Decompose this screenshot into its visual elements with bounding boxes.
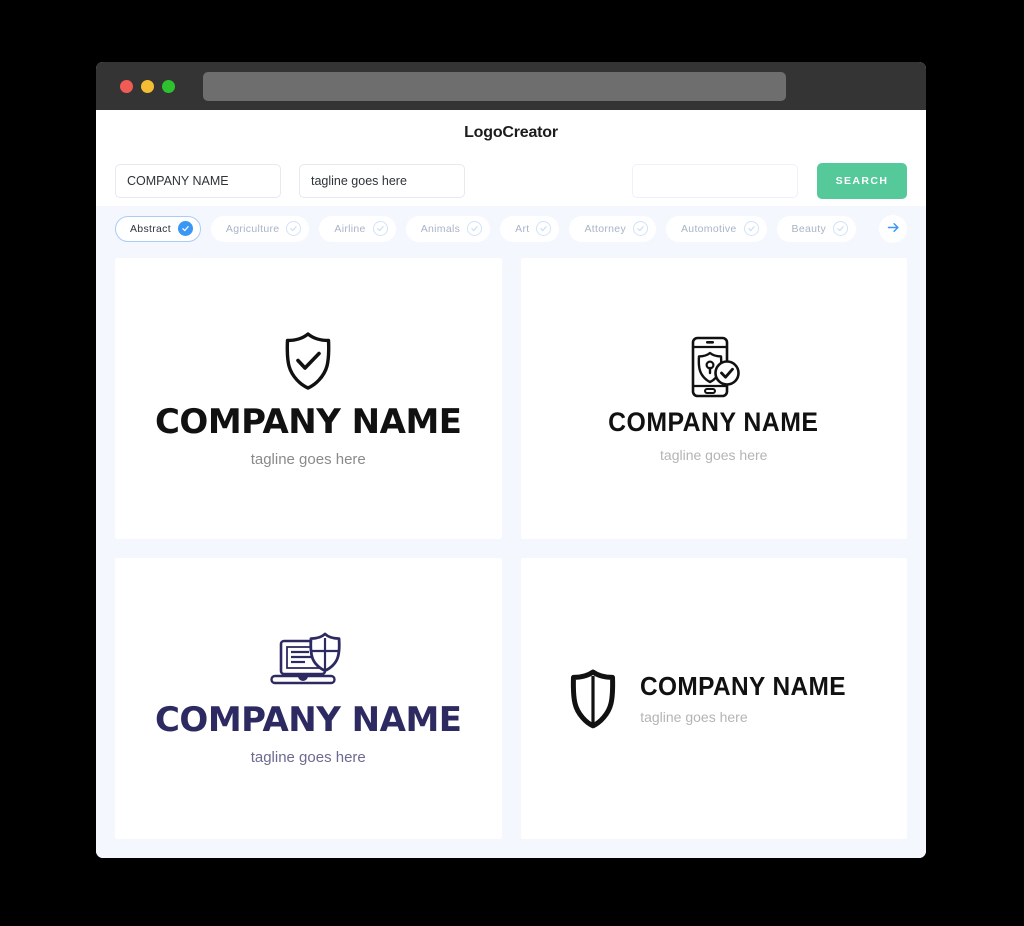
category-chip-agriculture[interactable]: Agriculture (210, 215, 310, 242)
logo-preview: COMPANY NAME tagline goes here (155, 632, 462, 765)
logo-text: COMPANY NAME tagline goes here (155, 703, 462, 765)
category-chip-label: Attorney (584, 222, 626, 235)
logo-company-name: COMPANY NAME (154, 700, 462, 740)
check-circle-icon (833, 221, 849, 236)
traffic-lights (120, 79, 175, 93)
laptop-shield-cross-icon (269, 632, 347, 690)
company-name-input[interactable] (115, 164, 281, 198)
check-circle-icon (743, 221, 759, 236)
logo-text: COMPANY NAME tagline goes here (599, 406, 828, 463)
logo-preview: COMPANY NAME tagline goes here (599, 336, 828, 462)
maximize-window-button[interactable] (162, 79, 175, 93)
logo-company-name: COMPANY NAME (154, 402, 462, 442)
arrow-right-icon (886, 220, 901, 238)
logo-tagline: tagline goes here (250, 451, 366, 468)
logo-text: COMPANY NAME tagline goes here (640, 673, 859, 724)
browser-window: LogoCreator SEARCH Abstract Agriculture Ai… (96, 62, 926, 858)
page-title: LogoCreator (464, 124, 558, 141)
category-chip-attorney[interactable]: Attorney (569, 215, 656, 242)
category-chip-label: Airline (334, 222, 366, 235)
minimize-window-button[interactable] (141, 79, 154, 93)
logo-card[interactable]: COMPANY NAME tagline goes here (520, 558, 907, 839)
address-bar[interactable] (203, 71, 786, 101)
keyword-input[interactable] (632, 164, 798, 198)
category-chip-label: Abstract (130, 222, 171, 235)
category-chip-label: Animals (420, 222, 461, 235)
logo-company-name: COMPANY NAME (640, 671, 847, 701)
category-chip-label: Art (515, 222, 530, 235)
logo-preview: COMPANY NAME tagline goes here (568, 668, 859, 730)
category-chip-automotive[interactable]: Automotive (666, 215, 767, 242)
check-circle-icon (633, 221, 648, 236)
category-filter-bar: Abstract Agriculture Airline Animals Art Atto… (96, 206, 926, 251)
logo-tagline: tagline goes here (250, 749, 366, 766)
category-chip-beauty[interactable]: Beauty (776, 215, 857, 242)
check-circle-icon (536, 221, 552, 236)
shield-split-icon (568, 668, 618, 730)
logo-tagline: tagline goes here (660, 446, 768, 463)
shield-check-icon (278, 330, 338, 392)
check-circle-icon (372, 221, 388, 236)
category-chip-label: Automotive (681, 222, 737, 235)
check-circle-icon (467, 221, 483, 236)
logo-preview: COMPANY NAME tagline goes here (155, 330, 462, 467)
logo-card[interactable]: COMPANY NAME tagline goes here (520, 258, 907, 539)
mobile-shield-lock-check-icon (687, 336, 741, 398)
close-window-button[interactable] (120, 79, 133, 93)
logo-card[interactable]: COMPANY NAME tagline goes here (115, 558, 502, 839)
logo-text: COMPANY NAME tagline goes here (155, 405, 462, 467)
logo-results-grid: COMPANY NAME tagline goes here COMPANY N… (96, 251, 926, 858)
category-chip-abstract[interactable]: Abstract (115, 215, 201, 242)
check-circle-icon (286, 221, 302, 236)
next-categories-button[interactable] (879, 214, 907, 243)
app-header: LogoCreator (96, 110, 926, 156)
browser-titlebar (96, 62, 926, 110)
logo-card[interactable]: COMPANY NAME tagline goes here (115, 258, 502, 539)
category-chip-label: Beauty (791, 222, 827, 235)
category-chip-list: Abstract Agriculture Airline Animals Art Atto… (115, 215, 857, 242)
category-chip-label: Agriculture (225, 222, 280, 235)
search-button[interactable]: SEARCH (817, 163, 907, 199)
category-chip-animals[interactable]: Animals (405, 215, 491, 242)
logo-tagline: tagline goes here (640, 709, 748, 725)
tagline-input[interactable] (299, 164, 465, 198)
search-toolbar: SEARCH (96, 156, 926, 206)
category-chip-art[interactable]: Art (500, 215, 560, 242)
check-circle-icon (177, 221, 193, 236)
category-chip-airline[interactable]: Airline (319, 215, 396, 242)
logo-company-name: COMPANY NAME (608, 406, 819, 437)
